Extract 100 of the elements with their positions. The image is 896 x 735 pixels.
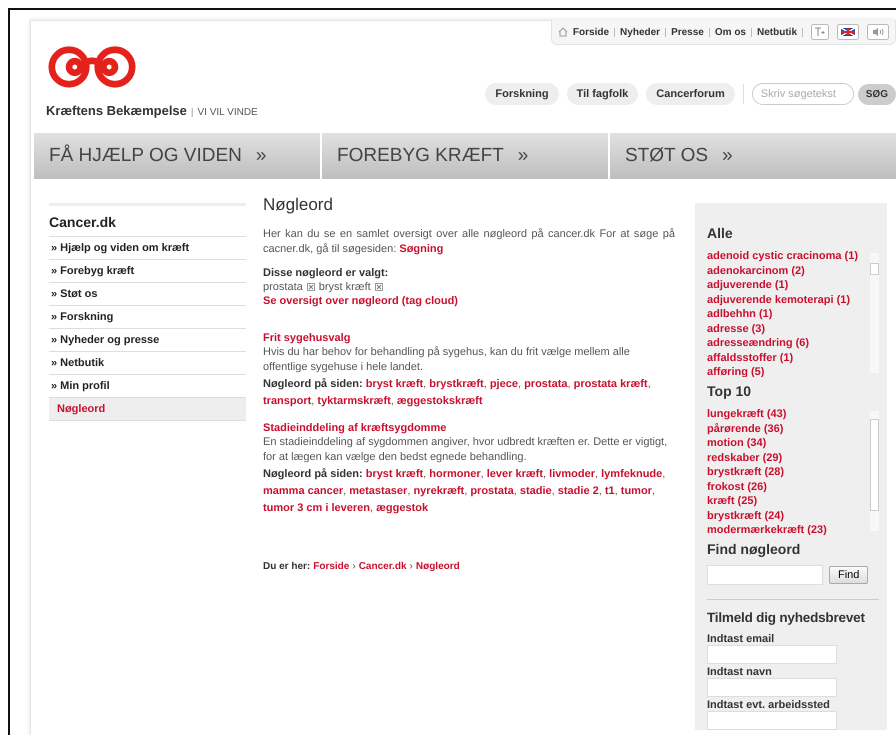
keyword-list-item[interactable]: lungekræft (43) xyxy=(707,407,867,422)
keyword-link[interactable]: stadie xyxy=(520,485,552,497)
field-label: Indtast evt. arbeidssted xyxy=(707,699,831,711)
comma: , xyxy=(464,485,468,497)
top-link[interactable]: Forside xyxy=(572,26,610,38)
quick-link-button[interactable]: Til fagfolk xyxy=(566,83,638,105)
keyword-link[interactable]: pjece xyxy=(490,378,518,390)
keyword-list-item[interactable]: adenoid cystic cracinoma (1) xyxy=(707,249,867,264)
keyword-list-item[interactable]: affaldsstoffer (1) xyxy=(707,350,867,365)
search-page-link[interactable]: Søgning xyxy=(399,243,444,255)
speaker-icon[interactable] xyxy=(867,24,889,40)
newsletter-input-field[interactable] xyxy=(707,678,837,697)
keyword-link[interactable]: bryst kræft xyxy=(366,378,424,390)
keyword-link[interactable]: prostata kræft xyxy=(574,378,648,390)
keyword-link[interactable]: prostata xyxy=(524,378,568,390)
sidebar-item[interactable]: » Forebyg kræft xyxy=(49,260,246,283)
comma: , xyxy=(390,395,394,407)
keyword-link[interactable]: tumor xyxy=(620,485,652,497)
keyword-list-item[interactable]: adjuverende kemoterapi (1) xyxy=(707,292,867,307)
comma: , xyxy=(514,485,517,497)
breadcrumb-link[interactable]: Nøgleord xyxy=(416,561,460,572)
main-nav-tab[interactable]: FOREBYG KRÆFT » xyxy=(322,133,610,179)
comma: , xyxy=(595,468,598,480)
search-button[interactable]: SØG xyxy=(858,84,896,104)
keyword-list-item[interactable]: pårørende (36) xyxy=(707,422,867,436)
sidebar-item[interactable]: » Nyheder og presse xyxy=(49,329,246,352)
keyword-list-item[interactable]: frokost (26) xyxy=(707,480,867,494)
sidebar-item[interactable]: » Forskning xyxy=(49,306,246,329)
keyword-list-item[interactable]: brystkræft (24) xyxy=(707,508,867,523)
quick-link-button[interactable]: Cancerforum xyxy=(646,83,735,105)
keyword-link[interactable]: tumor 3 cm i leveren xyxy=(263,502,370,514)
sidebar-item[interactable]: » Hjælp og viden om kræft xyxy=(49,237,246,260)
keyword-input-field[interactable] xyxy=(707,565,823,585)
keyword-list-item[interactable]: brystkræft (28) xyxy=(707,465,867,480)
comma: , xyxy=(480,468,484,480)
home-icon[interactable] xyxy=(558,27,568,37)
keyword-list-item[interactable]: kræft (25) xyxy=(707,494,867,508)
keyword-link[interactable]: lever kræft xyxy=(486,468,544,480)
keyword-link[interactable]: metastaser xyxy=(349,485,408,497)
keyword-list-item[interactable]: modermærkekræft (23) xyxy=(707,523,867,535)
top-link[interactable]: Nyheder xyxy=(620,26,660,38)
comma: , xyxy=(343,485,346,497)
keyword-link[interactable]: æggestok xyxy=(376,502,428,514)
result-description: Hvis du har behov for behandling på sygehus, kan du frit vælge mellem alle offentlige sygehuse i hele landet. xyxy=(263,345,631,375)
keyword-link[interactable]: bryst kræft xyxy=(366,468,424,480)
keyword-link[interactable]: prostata xyxy=(470,485,514,497)
keyword-link[interactable]: mamma cancer xyxy=(263,485,344,497)
breadcrumb-link[interactable]: Cancer.dk xyxy=(358,561,407,572)
top-link[interactable]: Netbutik xyxy=(757,26,797,38)
keyword-list-item[interactable]: motion (34) xyxy=(707,436,867,450)
keyword-list-item[interactable]: adresse (3) xyxy=(707,322,867,336)
comma: , xyxy=(552,485,555,497)
search-field[interactable]: Skriv søgetekst xyxy=(752,83,854,105)
newsletter-input-field[interactable] xyxy=(707,711,837,730)
top-keywords-title: Top 10 xyxy=(707,383,752,399)
logo-icon[interactable] xyxy=(46,45,138,89)
quick-link-button[interactable]: Forskning xyxy=(485,83,559,105)
keyword-link[interactable]: transport xyxy=(263,395,312,407)
breadcrumb-link[interactable]: Forside xyxy=(313,561,350,572)
top-link[interactable]: Presse xyxy=(671,26,704,38)
remove-icon[interactable] xyxy=(374,283,383,291)
keyword-link[interactable]: livmoder xyxy=(549,468,595,480)
keyword-link[interactable]: t1 xyxy=(604,485,615,497)
keyword-link[interactable]: tyktarmskræft xyxy=(317,395,391,407)
keyword-link[interactable]: lymfeknude xyxy=(601,468,662,480)
keyword-list-item[interactable]: adenokarcinom (2) xyxy=(707,264,867,278)
keyword-list-item[interactable]: adjuverende (1) xyxy=(707,278,867,292)
sidebar-item[interactable]: » Støt os xyxy=(49,283,246,306)
keyword-link[interactable]: brystkræft xyxy=(429,378,484,390)
result-title[interactable]: Frit sygehusvalg xyxy=(263,332,675,344)
keyword-link[interactable]: nyrekræft xyxy=(413,485,464,497)
brand-name: Kræftens Bekæmpelse xyxy=(46,103,187,118)
selected-keyword: prostata xyxy=(263,281,303,293)
main-nav-tab[interactable]: FÅ HJÆLP OG VIDEN » xyxy=(34,133,322,179)
keyword-list-item[interactable]: adresseændring (6) xyxy=(707,336,867,350)
result-title[interactable]: Stadieinddeling af kræftsygdomme xyxy=(263,422,675,434)
keyword-list-item[interactable]: afføring (5) xyxy=(707,365,867,377)
scrollbar[interactable] xyxy=(870,411,879,531)
keyword-list-item[interactable]: redskaber (29) xyxy=(707,450,867,465)
flag-icon[interactable] xyxy=(837,24,859,40)
keyword-list-item[interactable]: adlbehhn (1) xyxy=(707,307,867,322)
keyword-link[interactable]: hormoner xyxy=(429,468,481,480)
comma: , xyxy=(311,395,314,407)
sidebar-item[interactable]: Nøgleord xyxy=(49,398,246,421)
top-link[interactable]: Om os xyxy=(714,26,746,38)
breadcrumb-label: Du er her: xyxy=(263,561,310,572)
sidebar-title: Cancer.dk xyxy=(49,206,246,237)
selected-keyword: bryst kræft xyxy=(318,281,371,293)
sidebar-item[interactable]: » Netbutik xyxy=(49,352,246,375)
find-button[interactable]: Find xyxy=(829,566,868,584)
keyword-link[interactable]: stadie 2 xyxy=(558,485,599,497)
comma: , xyxy=(484,378,487,390)
comma: , xyxy=(567,378,571,390)
remove-icon[interactable] xyxy=(306,283,315,291)
main-nav-tab[interactable]: STØT OS » xyxy=(610,133,896,179)
tag-cloud-link[interactable]: Se oversigt over nøgleord (tag cloud) xyxy=(263,295,675,307)
newsletter-input-field[interactable] xyxy=(707,645,837,664)
scrollbar[interactable] xyxy=(870,253,879,373)
text-size-icon[interactable] xyxy=(811,24,829,40)
keyword-link[interactable]: æggestokskræft xyxy=(396,395,482,407)
